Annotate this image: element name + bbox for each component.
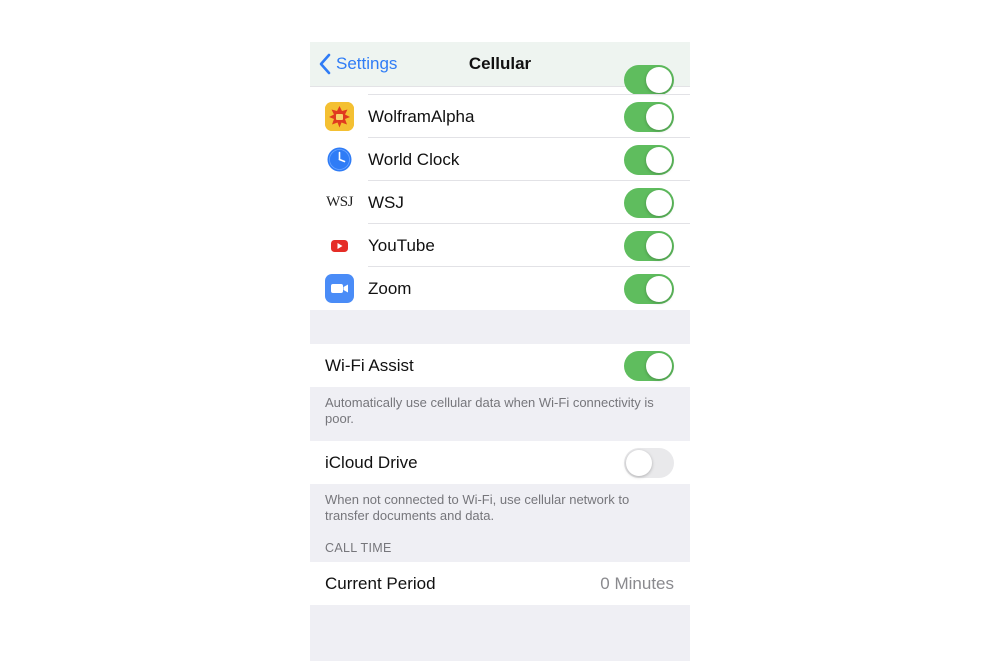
app-name: World Clock [368,149,460,169]
wifi-assist-row: Wi-Fi Assist [310,344,690,387]
wolframalpha-toggle[interactable] [624,102,674,132]
youtube-toggle[interactable] [624,231,674,261]
list-item: World Clock [310,138,690,181]
icloud-drive-label: iCloud Drive [325,452,418,472]
current-period-value: 0 Minutes [600,573,674,593]
wifi-assist-label: Wi-Fi Assist [325,355,414,375]
call-time-header: CALL TIME [325,541,392,555]
current-period-label: Current Period [325,573,436,593]
back-button[interactable]: Settings [318,42,397,86]
app-name: WSJ [368,192,404,212]
wifi-assist-toggle[interactable] [624,351,674,381]
world-clock-toggle[interactable] [624,145,674,175]
list-item: YouTube [310,224,690,267]
call-time-group: Current Period 0 Minutes [310,562,690,605]
wsj-icon: WSJ [325,188,354,217]
list-item: WSJ WSJ [310,181,690,224]
list-item-partial [310,65,690,95]
app-name: Zoom [368,278,412,298]
wifi-assist-group: Wi-Fi Assist [310,344,690,387]
zoom-icon [325,274,354,303]
app-name: YouTube [368,235,435,255]
current-period-row: Current Period 0 Minutes [310,562,690,605]
youtube-icon [325,231,354,260]
list-item: WolframAlpha [310,95,690,138]
wifi-assist-footnote: Automatically use cellular data when Wi-… [325,395,654,426]
icloud-drive-group: iCloud Drive [310,441,690,484]
wsj-toggle[interactable] [624,188,674,218]
app-list: WolframAlpha World Clock WSJ WSJ YouTube… [310,65,690,310]
chevron-left-icon [319,53,331,75]
back-button-label: Settings [336,54,398,73]
partial-app-toggle[interactable] [624,65,674,95]
app-name: WolframAlpha [368,106,475,126]
icloud-drive-row: iCloud Drive [310,441,690,484]
wolframalpha-icon [325,102,354,131]
zoom-toggle[interactable] [624,274,674,304]
world-clock-icon [325,145,354,174]
icloud-drive-footnote: When not connected to Wi-Fi, use cellula… [325,492,630,523]
icloud-drive-toggle[interactable] [624,448,674,478]
list-item: Zoom [310,267,690,310]
cellular-settings-screen: Settings Cellular WolframAlpha World Clo… [310,42,690,661]
